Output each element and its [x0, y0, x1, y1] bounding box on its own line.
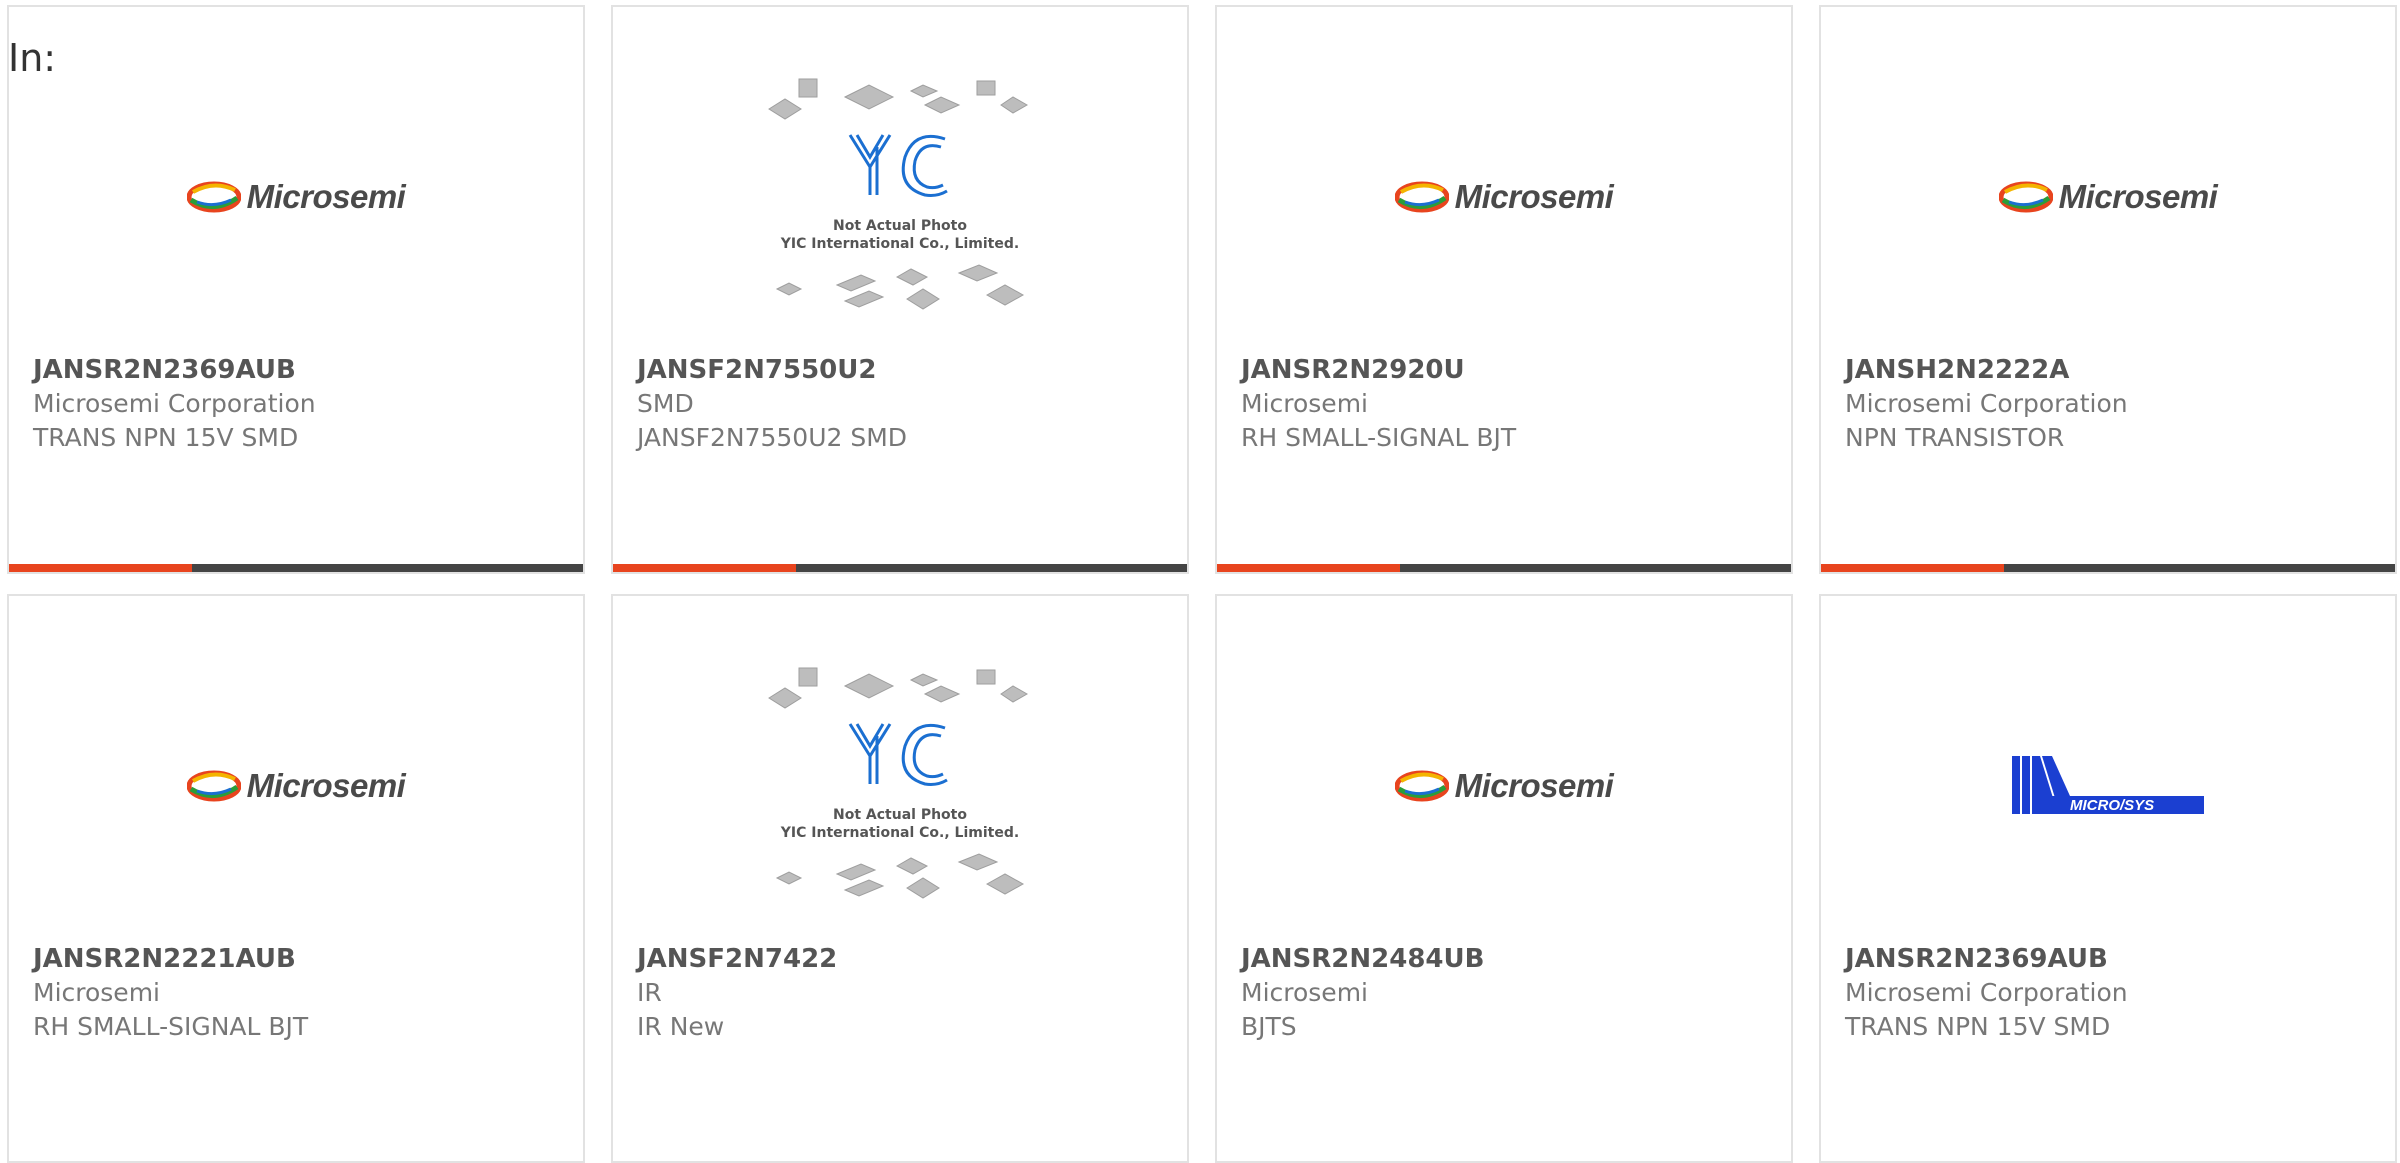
part-number[interactable]: JANSR2N2484UB — [1241, 942, 1781, 976]
product-image[interactable]: Microsemi — [9, 47, 583, 347]
yic-placeholder-image: Not Actual Photo YIC International Co., … — [765, 77, 1035, 317]
placeholder-caption-2: YIC International Co., Limited. — [780, 236, 1020, 252]
description: RH SMALL-SIGNAL BJT — [1241, 423, 1517, 452]
microsemi-logo: Microsemi — [186, 178, 406, 216]
manufacturer: IR — [637, 978, 662, 1007]
product-card[interactable]: Microsemi JANSR2N2484UB Microsemi BJTS — [1215, 594, 1793, 1163]
microsemi-swirl-icon — [186, 181, 241, 213]
manufacturer: Microsemi — [1241, 389, 1368, 418]
microsemi-wordmark: Microsemi — [2058, 178, 2218, 215]
part-number[interactable]: JANSF2N7550U2 — [637, 353, 1177, 387]
product-card[interactable]: Microsemi JANSR2N2369AUB Microsemi Corpo… — [7, 5, 585, 574]
microsys-logo-icon: MICRO/SYS — [2012, 756, 2204, 814]
product-card[interactable]: Microsemi JANSH2N2222A Microsemi Corpora… — [1819, 5, 2397, 574]
description: RH SMALL-SIGNAL BJT — [33, 1012, 309, 1041]
description: IR New — [637, 1012, 725, 1041]
chip-packages-icon — [768, 78, 1029, 310]
microsemi-wordmark: Microsemi — [246, 178, 406, 215]
in-label: In: — [8, 36, 57, 80]
card-footer-accent — [9, 564, 192, 572]
part-number[interactable]: JANSH2N2222A — [1845, 353, 2385, 387]
product-image[interactable]: Microsemi — [1821, 47, 2395, 347]
description: JANSF2N7550U2 SMD — [637, 423, 908, 452]
description: BJTS — [1241, 1012, 1297, 1041]
placeholder-caption-2: YIC International Co., Limited. — [780, 825, 1020, 841]
microsys-wordmark: MICRO/SYS — [2070, 797, 2154, 814]
product-grid: Microsemi JANSR2N2369AUB Microsemi Corpo… — [0, 0, 2400, 1163]
yic-placeholder-image: Not Actual Photo YIC International Co., … — [765, 666, 1035, 906]
product-image[interactable]: MICRO/SYS — [1821, 636, 2395, 936]
microsemi-swirl-icon — [1998, 181, 2053, 213]
manufacturer: Microsemi — [1241, 978, 1368, 1007]
microsemi-logo: Microsemi — [1394, 178, 1614, 216]
microsemi-wordmark: Microsemi — [1454, 178, 1614, 215]
microsemi-swirl-icon — [1394, 770, 1449, 802]
microsemi-swirl-icon — [186, 770, 241, 802]
part-number[interactable]: JANSR2N2369AUB — [33, 353, 573, 387]
card-footer-accent — [1821, 564, 2004, 572]
description: TRANS NPN 15V SMD — [1845, 1012, 2111, 1041]
product-image[interactable]: Microsemi — [1217, 636, 1791, 936]
product-image[interactable]: Not Actual Photo YIC International Co., … — [613, 636, 1187, 936]
manufacturer: Microsemi — [33, 978, 160, 1007]
product-card[interactable]: Not Actual Photo YIC International Co., … — [611, 594, 1189, 1163]
microsemi-swirl-icon — [1394, 181, 1449, 213]
microsys-logo: MICRO/SYS — [2008, 756, 2208, 816]
description: TRANS NPN 15V SMD — [33, 423, 299, 452]
microsemi-logo: Microsemi — [186, 767, 406, 805]
microsemi-wordmark: Microsemi — [246, 767, 406, 804]
microsemi-logo: Microsemi — [1394, 767, 1614, 805]
part-number[interactable]: JANSF2N7422 — [637, 942, 1177, 976]
product-card[interactable]: Microsemi JANSR2N2221AUB Microsemi RH SM… — [7, 594, 585, 1163]
part-number[interactable]: JANSR2N2920U — [1241, 353, 1781, 387]
product-image[interactable]: Not Actual Photo YIC International Co., … — [613, 47, 1187, 347]
product-image[interactable]: Microsemi — [9, 636, 583, 936]
microsemi-logo: Microsemi — [1998, 178, 2218, 216]
card-footer-bar — [1821, 564, 2395, 572]
manufacturer: SMD — [637, 389, 694, 418]
product-card[interactable]: Not Actual Photo YIC International Co., … — [611, 5, 1189, 574]
card-footer-bar — [1217, 564, 1791, 572]
card-footer-bar — [613, 564, 1187, 572]
card-footer-bar — [9, 564, 583, 572]
placeholder-caption-1: Not Actual Photo — [833, 218, 967, 234]
microsemi-wordmark: Microsemi — [1454, 767, 1614, 804]
product-card[interactable]: MICRO/SYS JANSR2N2369AUB Microsemi Corpo… — [1819, 594, 2397, 1163]
card-footer-accent — [1217, 564, 1400, 572]
product-image[interactable]: Microsemi — [1217, 47, 1791, 347]
placeholder-caption-1: Not Actual Photo — [833, 807, 967, 823]
manufacturer: Microsemi Corporation — [33, 389, 316, 418]
part-number[interactable]: JANSR2N2369AUB — [1845, 942, 2385, 976]
card-footer-accent — [613, 564, 796, 572]
part-number[interactable]: JANSR2N2221AUB — [33, 942, 573, 976]
manufacturer: Microsemi Corporation — [1845, 389, 2128, 418]
description: NPN TRANSISTOR — [1845, 423, 2065, 452]
chip-packages-icon — [768, 667, 1029, 899]
product-card[interactable]: Microsemi JANSR2N2920U Microsemi RH SMAL… — [1215, 5, 1793, 574]
manufacturer: Microsemi Corporation — [1845, 978, 2128, 1007]
